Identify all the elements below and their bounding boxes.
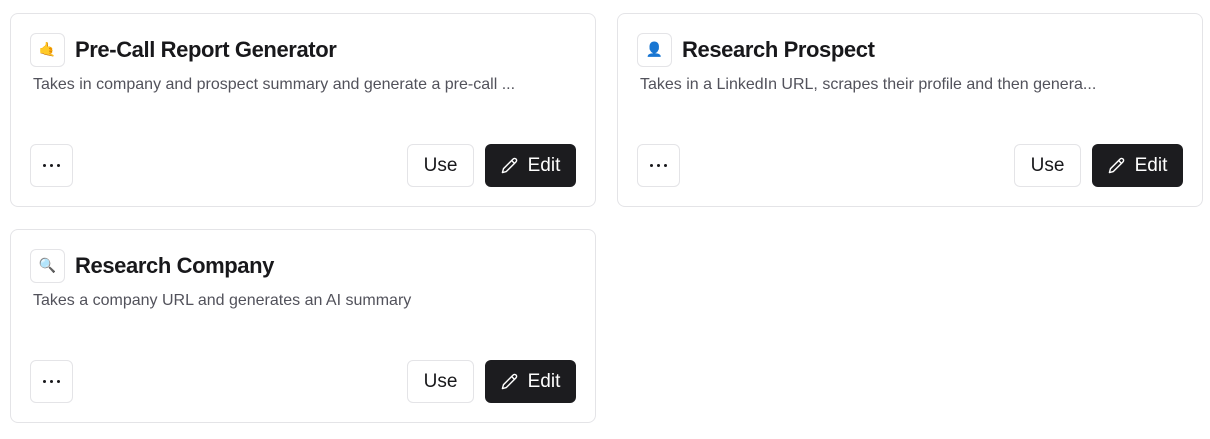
edit-button-label: Edit: [1134, 154, 1168, 176]
use-button[interactable]: Use: [1014, 144, 1081, 187]
person-silhouette-icon: 👤: [637, 33, 672, 67]
ellipsis-icon: [43, 380, 60, 383]
use-button[interactable]: Use: [407, 360, 474, 403]
card-header: 👤 Research Prospect: [637, 33, 875, 67]
call-me-hand-icon: 🤙: [30, 33, 65, 67]
ellipsis-icon: [650, 164, 667, 167]
more-options-button[interactable]: [30, 360, 73, 403]
template-card-research-prospect: 👤 Research Prospect Takes in a LinkedIn …: [617, 13, 1203, 207]
card-title: Research Prospect: [682, 37, 875, 62]
template-card-pre-call-report: 🤙 Pre-Call Report Generator Takes in com…: [10, 13, 596, 207]
use-button[interactable]: Use: [407, 144, 474, 187]
card-header: 🤙 Pre-Call Report Generator: [30, 33, 337, 67]
ellipsis-icon: [43, 164, 60, 167]
edit-button[interactable]: Edit: [485, 360, 576, 403]
more-options-button[interactable]: [637, 144, 680, 187]
card-title: Research Company: [75, 253, 275, 278]
card-description: Takes in company and prospect summary an…: [33, 76, 516, 93]
template-card-research-company: 🔍 Research Company Takes a company URL a…: [10, 229, 596, 423]
card-description: Takes a company URL and generates an AI …: [33, 292, 412, 309]
pencil-icon: [1108, 157, 1124, 174]
card-title: Pre-Call Report Generator: [75, 37, 337, 62]
edit-button-label: Edit: [527, 154, 561, 176]
edit-button[interactable]: Edit: [485, 144, 576, 187]
pencil-icon: [501, 373, 517, 390]
magnifier-icon: 🔍: [30, 249, 65, 283]
card-description: Takes in a LinkedIn URL, scrapes their p…: [640, 76, 1097, 93]
template-card-grid: 🤙 Pre-Call Report Generator Takes in com…: [10, 13, 1203, 423]
card-header: 🔍 Research Company: [30, 249, 274, 283]
more-options-button[interactable]: [30, 144, 73, 187]
edit-button-label: Edit: [527, 370, 561, 392]
edit-button[interactable]: Edit: [1092, 144, 1183, 187]
pencil-icon: [501, 157, 517, 174]
